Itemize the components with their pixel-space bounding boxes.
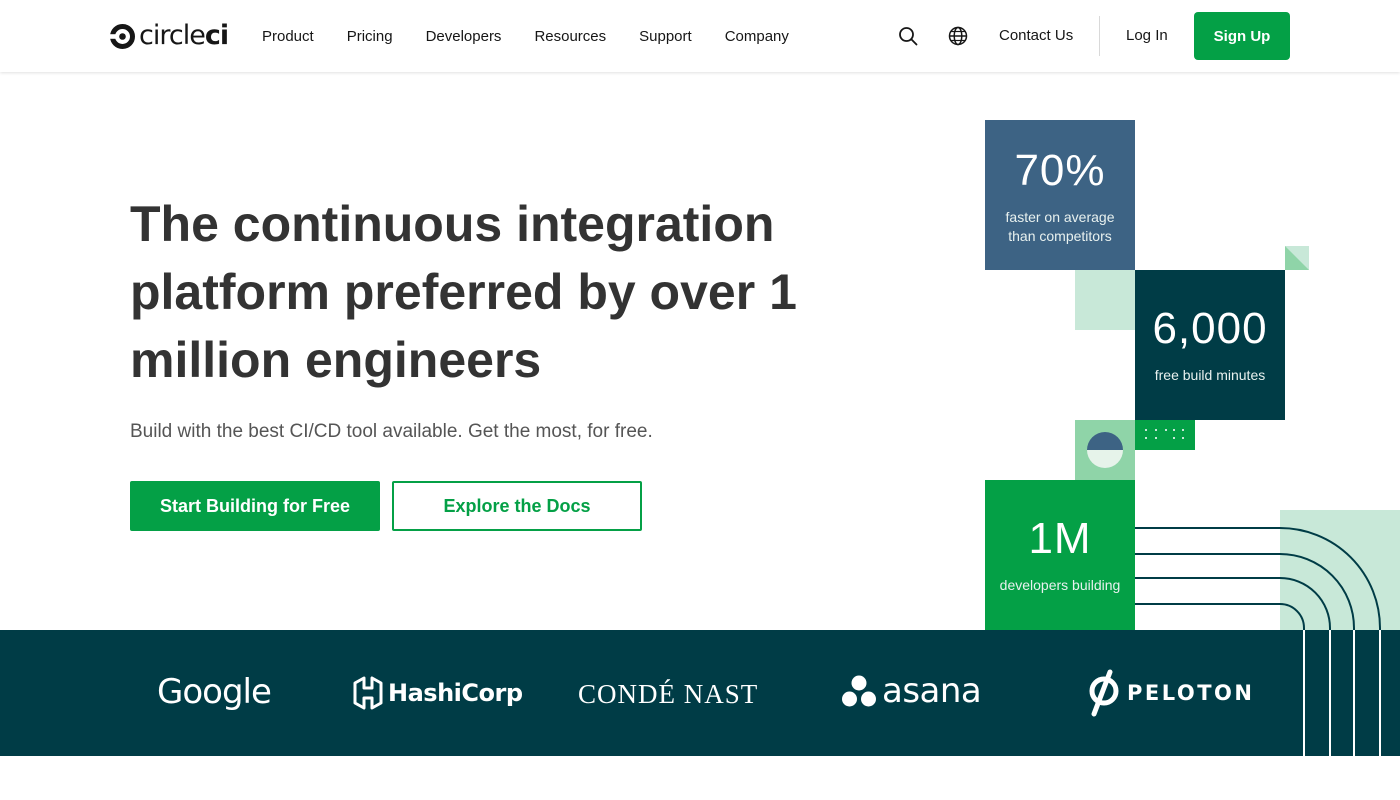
peloton-icon: [1089, 669, 1119, 717]
asana-logo: asana: [842, 671, 982, 711]
logo-wordmark: circleci: [139, 20, 229, 51]
decor-dotted-tile: [1135, 420, 1195, 450]
nav-company[interactable]: Company: [725, 28, 789, 45]
globe-icon[interactable]: [946, 24, 970, 48]
hashicorp-icon: [353, 676, 383, 710]
signup-button[interactable]: Sign Up: [1194, 12, 1290, 60]
decor-triangle: [1285, 246, 1309, 270]
nav-pricing[interactable]: Pricing: [347, 28, 393, 45]
circleci-logo[interactable]: circleci: [110, 20, 229, 51]
hashicorp-wordmark: HashiCorp: [388, 679, 523, 707]
stat-developers-value: 1M: [1028, 514, 1092, 563]
stat-speed-value: 70%: [1014, 146, 1106, 195]
nav-support[interactable]: Support: [639, 28, 692, 45]
main-nav: Product Pricing Developers Resources Sup…: [262, 0, 789, 72]
decor-curved-lines: [1135, 527, 1381, 756]
circleci-logo-icon: [110, 23, 135, 49]
asana-wordmark: asana: [882, 671, 982, 711]
nav-product[interactable]: Product: [262, 28, 314, 45]
asana-icon: [842, 675, 876, 707]
contact-us-link[interactable]: Contact Us: [999, 27, 1073, 44]
stat-minutes-value: 6,000: [1152, 304, 1268, 353]
stat-speed: 70% faster on average than competitors: [985, 120, 1135, 270]
decor-mint-tile: [1075, 270, 1135, 330]
stat-minutes: 6,000 free build minutes: [1135, 270, 1285, 420]
login-link[interactable]: Log In: [1126, 27, 1168, 44]
nav-resources[interactable]: Resources: [534, 28, 606, 45]
stat-speed-label: faster on average than competitors: [1005, 209, 1115, 244]
conde-nast-logo: CONDÉ NAST: [578, 679, 759, 709]
start-building-button[interactable]: Start Building for Free: [130, 481, 380, 531]
explore-docs-button[interactable]: Explore the Docs: [392, 481, 642, 531]
search-icon[interactable]: [896, 24, 920, 48]
stat-developers: 1M developers building: [985, 480, 1135, 630]
site-header: circleci Product Pricing Developers Reso…: [0, 0, 1400, 72]
hero-title: The continuous integration platform pref…: [130, 196, 797, 388]
hashicorp-logo: HashiCorp: [352, 676, 523, 710]
stat-developers-label: developers building: [999, 577, 1121, 593]
google-logo: Google: [157, 672, 272, 712]
hero-subtitle: Build with the best CI/CD tool available…: [130, 421, 653, 442]
stat-minutes-label: free build minutes: [1154, 367, 1266, 383]
decor-half-circle: [1087, 432, 1123, 468]
nav-developers[interactable]: Developers: [426, 28, 502, 45]
header-divider: [1099, 16, 1100, 56]
